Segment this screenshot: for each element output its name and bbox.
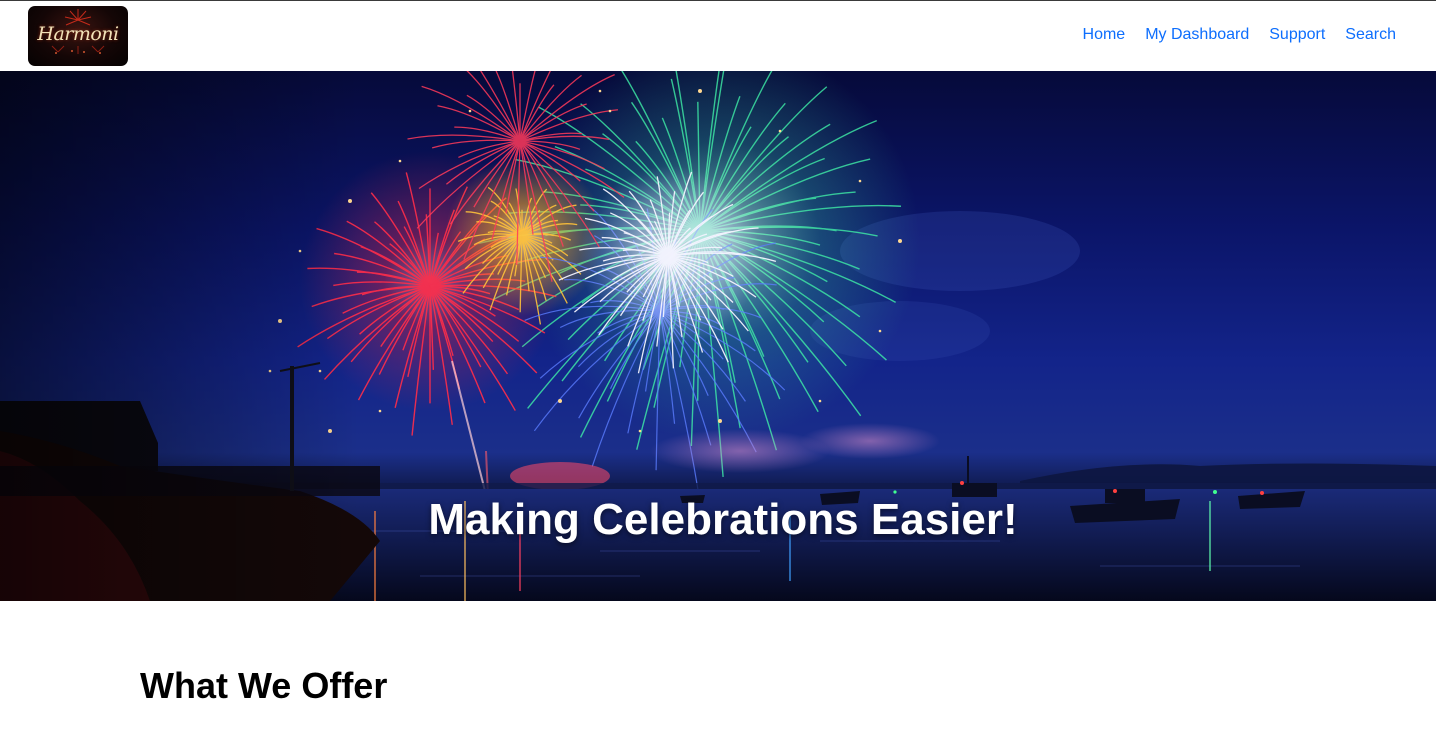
nav-search-link[interactable]: Search: [1345, 26, 1396, 44]
main-nav: Home My Dashboard Support Search: [1083, 26, 1396, 44]
browser-viewport: Harmoni Home My Dashboard Support Search: [0, 0, 1436, 755]
logo-text: Harmoni: [37, 23, 119, 45]
harmoni-logo[interactable]: Harmoni: [28, 6, 128, 66]
nav-support-link[interactable]: Support: [1269, 26, 1325, 44]
what-we-offer-heading: What We Offer: [140, 665, 388, 706]
hero-banner: Making Celebrations Easier!: [0, 71, 1436, 601]
nav-home-link[interactable]: Home: [1083, 26, 1126, 44]
nav-dashboard-link[interactable]: My Dashboard: [1145, 26, 1249, 44]
hero-title: Making Celebrations Easier!: [428, 495, 1018, 544]
navbar: Harmoni Home My Dashboard Support Search: [0, 1, 1436, 71]
